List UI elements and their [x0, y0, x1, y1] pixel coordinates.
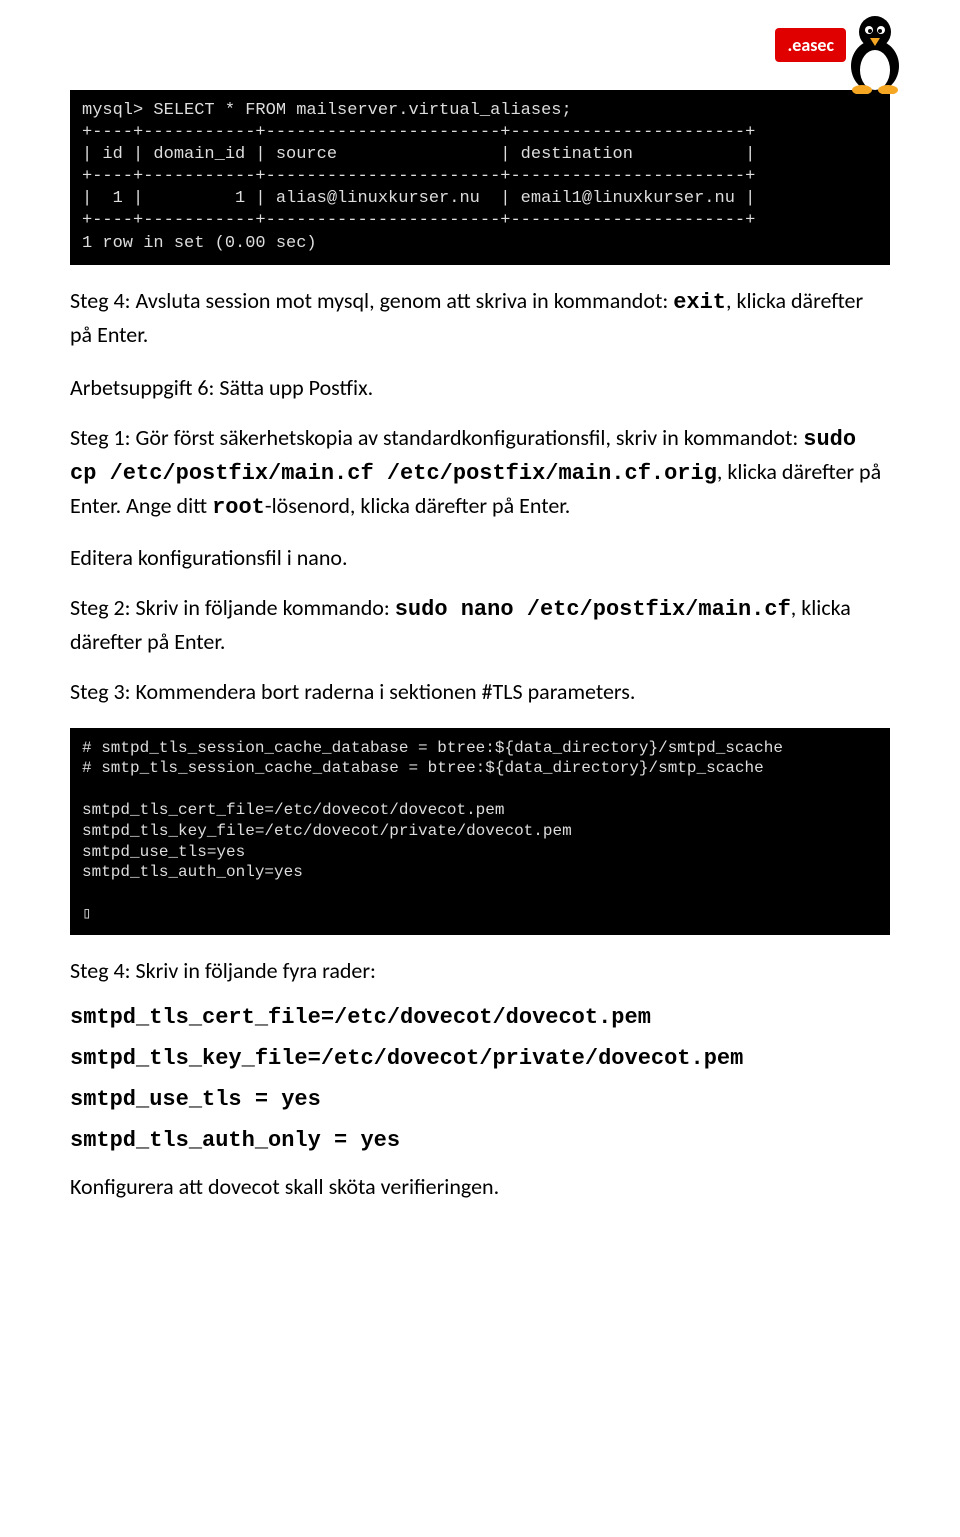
terminal-line: +----+-----------+----------------------…	[82, 123, 755, 142]
step1-paragraph: Steg 1: Gör först säkerhetskopia av stan…	[70, 422, 890, 524]
step2-paragraph: Steg 2: Skriv in följande kommando: sudo…	[70, 592, 890, 658]
arbetsuppgift-heading: Arbetsuppgift 6: Sätta upp Postfix.	[70, 372, 890, 404]
terminal-line: smtpd_tls_cert_file=/etc/dovecot/dovecot…	[82, 801, 504, 819]
terminal-line: | id | domain_id | source | destination …	[82, 145, 755, 164]
terminal-line: # smtpd_tls_session_cache_database = btr…	[82, 739, 783, 757]
terminal-line: ▯	[82, 905, 92, 923]
terminal-line: +----+-----------+----------------------…	[82, 167, 755, 186]
command-nano: sudo nano /etc/postfix/main.cf	[395, 597, 791, 622]
config-line-cert: smtpd_tls_cert_file=/etc/dovecot/dovecot…	[70, 1005, 890, 1030]
terminal-output-nano: # smtpd_tls_session_cache_database = btr…	[70, 728, 890, 935]
text: Steg 1: Gör först säkerhetskopia av stan…	[70, 424, 803, 451]
text: Steg 4: Avsluta session mot mysql, genom…	[70, 287, 673, 314]
terminal-line: smtpd_tls_key_file=/etc/dovecot/private/…	[82, 822, 572, 840]
terminal-line: mysql> SELECT * FROM mailserver.virtual_…	[82, 101, 572, 120]
document-page: .easec mysql> SELECT * FROM mailserver.v…	[0, 0, 960, 1261]
step3-paragraph: Steg 3: Kommendera bort raderna i sektio…	[70, 676, 890, 708]
easec-badge: .easec	[775, 28, 846, 62]
command-exit: exit	[673, 290, 726, 315]
terminal-line: +----+-----------+----------------------…	[82, 211, 755, 230]
config-line-usetls: smtpd_use_tls = yes	[70, 1087, 890, 1112]
command-root: root	[212, 495, 265, 520]
konfigurera-paragraph: Konfigurera att dovecot skall sköta veri…	[70, 1171, 890, 1203]
terminal-line: smtpd_tls_auth_only=yes	[82, 863, 303, 881]
terminal-line: # smtp_tls_session_cache_database = btre…	[82, 759, 764, 777]
config-line-key: smtpd_tls_key_file=/etc/dovecot/private/…	[70, 1046, 890, 1071]
logo-area: .easec	[775, 10, 910, 94]
editera-paragraph: Editera konfigurationsfil i nano.	[70, 542, 890, 574]
terminal-line: smtpd_use_tls=yes	[82, 843, 245, 861]
step4-rows-paragraph: Steg 4: Skriv in följande fyra rader:	[70, 955, 890, 987]
penguin-icon	[840, 10, 910, 94]
text: Steg 2: Skriv in följande kommando:	[70, 594, 395, 621]
text: -lösenord, klicka därefter på Enter.	[265, 492, 570, 519]
terminal-line: 1 row in set (0.00 sec)	[82, 234, 317, 253]
terminal-output-mysql: mysql> SELECT * FROM mailserver.virtual_…	[70, 90, 890, 265]
config-line-authonly: smtpd_tls_auth_only = yes	[70, 1128, 890, 1153]
step4-exit-paragraph: Steg 4: Avsluta session mot mysql, genom…	[70, 285, 890, 351]
terminal-line: | 1 | 1 | alias@linuxkurser.nu | email1@…	[82, 189, 755, 208]
